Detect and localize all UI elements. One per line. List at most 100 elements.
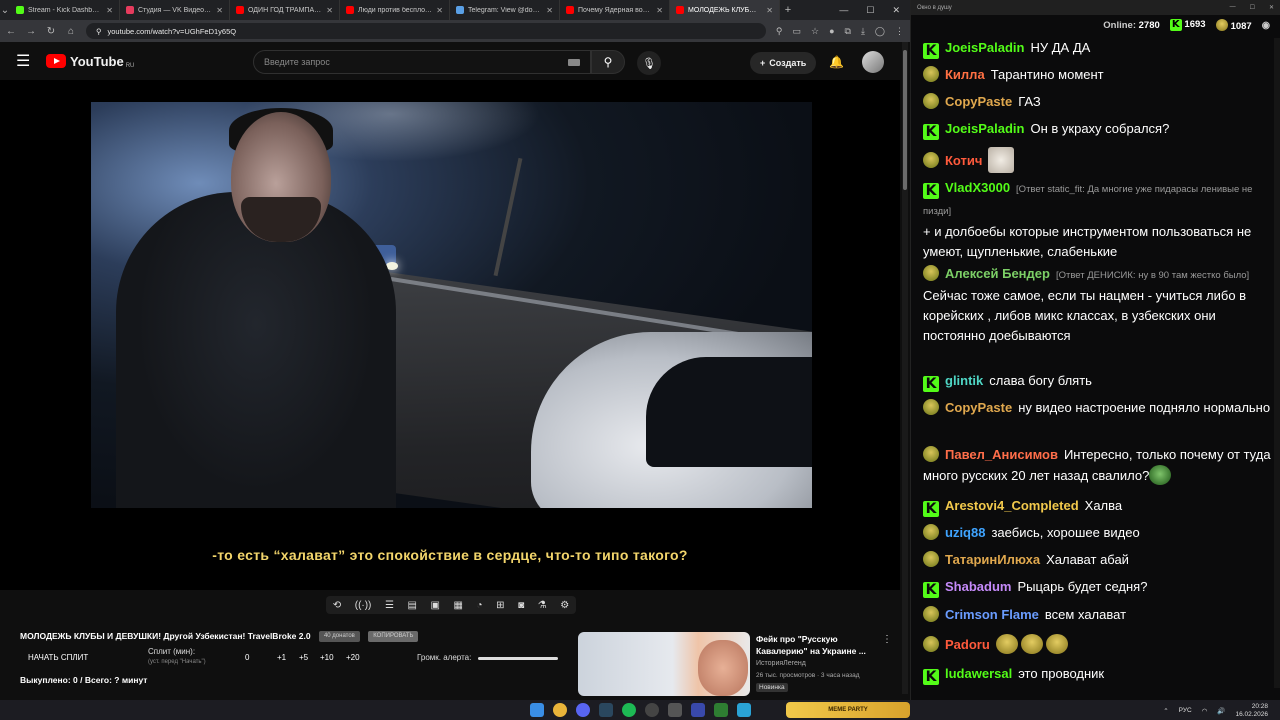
recommendation-channel[interactable]: ИсторияЛегенд xyxy=(756,660,806,667)
chat-username[interactable]: Padoru xyxy=(945,637,990,652)
maximize-icon[interactable]: ☐ xyxy=(866,5,874,16)
flask-icon[interactable]: ⚗ xyxy=(538,600,547,611)
chat-username[interactable]: Алексей Бендер xyxy=(945,266,1050,281)
menu-icon[interactable]: ☰ xyxy=(16,51,36,71)
browser-tab[interactable]: Stream - Kick Dashboard ✕ xyxy=(10,0,120,20)
minimize-icon[interactable]: — xyxy=(839,5,848,16)
playlist-icon[interactable]: ☰ xyxy=(385,600,394,611)
split-add-10-button[interactable]: +10 xyxy=(320,653,334,662)
app-icon[interactable] xyxy=(668,703,682,717)
recommendation-title[interactable]: Фейк про "Русскую Кавалерию" на Украине … xyxy=(756,633,876,657)
browser-tab[interactable]: Студия — VK Видео Live ✕ xyxy=(120,0,230,20)
search-input[interactable]: Введите запрос xyxy=(253,50,591,74)
obs-icon[interactable] xyxy=(645,703,659,717)
chat-username[interactable]: ludawersal xyxy=(945,666,1012,681)
video-player[interactable]: -то есть “халават” это спокойствие в сер… xyxy=(0,80,900,590)
settings-gear-icon[interactable]: ⚙ xyxy=(560,600,569,611)
create-button[interactable]: + Создать xyxy=(750,52,817,74)
start-icon[interactable] xyxy=(530,703,544,717)
chat-username[interactable]: Shabadum xyxy=(945,579,1011,594)
chat-username[interactable]: ТатаринИлюха xyxy=(945,552,1040,567)
browser-tab[interactable]: Люди против бесплодия: с ✕ xyxy=(340,0,450,20)
tab-close-icon[interactable]: ✕ xyxy=(106,6,113,15)
new-tab-button[interactable]: + xyxy=(780,4,796,16)
chat-settings-icon[interactable]: ◉ xyxy=(1262,20,1270,31)
browser-tab[interactable]: ОДИН ГОД ТРАМПА - YouT ✕ xyxy=(230,0,340,20)
tab-close-icon[interactable]: ✕ xyxy=(546,6,553,15)
tab-list-icon[interactable]: ⌄ xyxy=(0,5,10,16)
more-options-icon[interactable]: ⋮ xyxy=(882,634,892,645)
extensions-puzzle-icon[interactable]: ⧉ xyxy=(845,26,851,37)
keyboard-icon[interactable] xyxy=(568,58,580,66)
tab-close-icon[interactable]: ✕ xyxy=(326,6,333,15)
split-add-20-button[interactable]: +20 xyxy=(346,653,360,662)
steam-icon[interactable] xyxy=(599,703,613,717)
pip-icon[interactable]: ▣ xyxy=(431,600,440,611)
chat-maximize-icon[interactable]: ☐ xyxy=(1250,4,1255,11)
clip-icon[interactable]: ▤ xyxy=(407,600,416,611)
chat-username[interactable]: Котич xyxy=(945,153,982,168)
alert-volume-slider[interactable] xyxy=(478,657,558,660)
profile-icon[interactable]: ◯ xyxy=(875,26,885,37)
start-split-button[interactable]: НАЧАТЬ СПЛИТ xyxy=(28,653,88,662)
copy-button[interactable]: КОПИРОВАТЬ xyxy=(368,631,419,643)
add-icon[interactable]: ⊞ xyxy=(496,600,504,611)
chat-username[interactable]: Arestovi4_Completed xyxy=(945,498,1079,513)
bookmark-star-icon[interactable]: ☆ xyxy=(811,26,819,37)
discord-icon[interactable] xyxy=(576,703,590,717)
tab-close-icon[interactable]: ✕ xyxy=(656,6,663,15)
chat-username[interactable]: glintik xyxy=(945,373,983,388)
chat-username[interactable]: VladX3000 xyxy=(945,180,1010,195)
download-icon[interactable]: ⤓ xyxy=(861,26,865,37)
recommendation-thumbnail[interactable] xyxy=(578,632,750,696)
url-field[interactable]: ⚲ youtube.com/watch?v=UGhFeD1y65Q xyxy=(86,23,766,39)
youtube-logo[interactable]: YouTube RU xyxy=(46,53,134,69)
wifi-icon[interactable]: ◠ xyxy=(1202,707,1208,715)
volume-icon[interactable]: 🔊 xyxy=(1217,707,1225,715)
split-add-5-button[interactable]: +5 xyxy=(299,653,308,662)
media-icon[interactable] xyxy=(691,703,705,717)
chat-username[interactable]: JoeisPaladin xyxy=(945,121,1024,136)
chat-username[interactable]: CopyPaste xyxy=(945,94,1012,109)
browser-tab[interactable]: Почему Ядерная война ун ✕ xyxy=(560,0,670,20)
back-icon[interactable]: ← xyxy=(6,26,16,37)
notifications-bell-icon[interactable]: 🔔 xyxy=(829,55,844,69)
frames-icon[interactable]: ▦ xyxy=(454,600,463,611)
chat-username[interactable]: CopyPaste xyxy=(945,400,1012,415)
browser-tab[interactable]: Telegram: View @dobro_2ch✕ xyxy=(450,0,560,20)
spotify-icon[interactable] xyxy=(622,703,636,717)
clock[interactable]: 20:28 16.02.2026 xyxy=(1235,703,1268,718)
tab-close-icon[interactable]: ✕ xyxy=(766,6,773,15)
scrollbar-thumb[interactable] xyxy=(903,50,907,190)
tab-close-icon[interactable]: ✕ xyxy=(436,6,443,15)
chat-username[interactable]: Павел_Анисимов xyxy=(945,447,1058,462)
loop-icon[interactable]: ⟲ xyxy=(333,600,341,611)
avatar[interactable] xyxy=(862,51,884,73)
language-indicator[interactable]: РУС xyxy=(1179,707,1192,714)
site-info-icon[interactable]: ⚲ xyxy=(96,27,102,36)
reload-icon[interactable]: ↻ xyxy=(46,26,56,37)
voice-search-button[interactable]: 🎙 xyxy=(637,51,661,75)
telegram-icon[interactable] xyxy=(737,703,751,717)
tab-close-icon[interactable]: ✕ xyxy=(216,6,223,15)
tray-chevron-icon[interactable]: ⌃ xyxy=(1163,707,1168,715)
chat-scrollbar[interactable] xyxy=(1274,38,1280,688)
split-add-1-button[interactable]: +1 xyxy=(277,653,286,662)
audio-icon[interactable]: ((·)) xyxy=(355,600,372,611)
speed-icon[interactable]: ◔ xyxy=(477,600,483,611)
screenshot-icon[interactable]: ◙ xyxy=(518,600,524,611)
chat-username[interactable]: Crimson Flame xyxy=(945,607,1039,622)
cast-icon[interactable]: ▭ xyxy=(792,26,801,37)
extension-icon[interactable]: ● xyxy=(829,26,834,37)
chat-close-icon[interactable]: ✕ xyxy=(1269,4,1274,11)
chat-username[interactable]: uziq88 xyxy=(945,525,985,540)
files-icon[interactable] xyxy=(714,703,728,717)
zoom-icon[interactable]: ⚲ xyxy=(776,26,783,37)
chat-username[interactable]: Килла xyxy=(945,67,985,82)
chat-username[interactable]: JoeisPaladin xyxy=(945,40,1024,55)
chrome-icon[interactable] xyxy=(553,703,567,717)
close-window-icon[interactable]: ✕ xyxy=(892,5,900,16)
donations-pill[interactable]: 40 донатов xyxy=(318,631,360,643)
meme-party-widget[interactable]: MEME PARTY xyxy=(786,702,910,718)
video-frame[interactable] xyxy=(91,102,812,508)
